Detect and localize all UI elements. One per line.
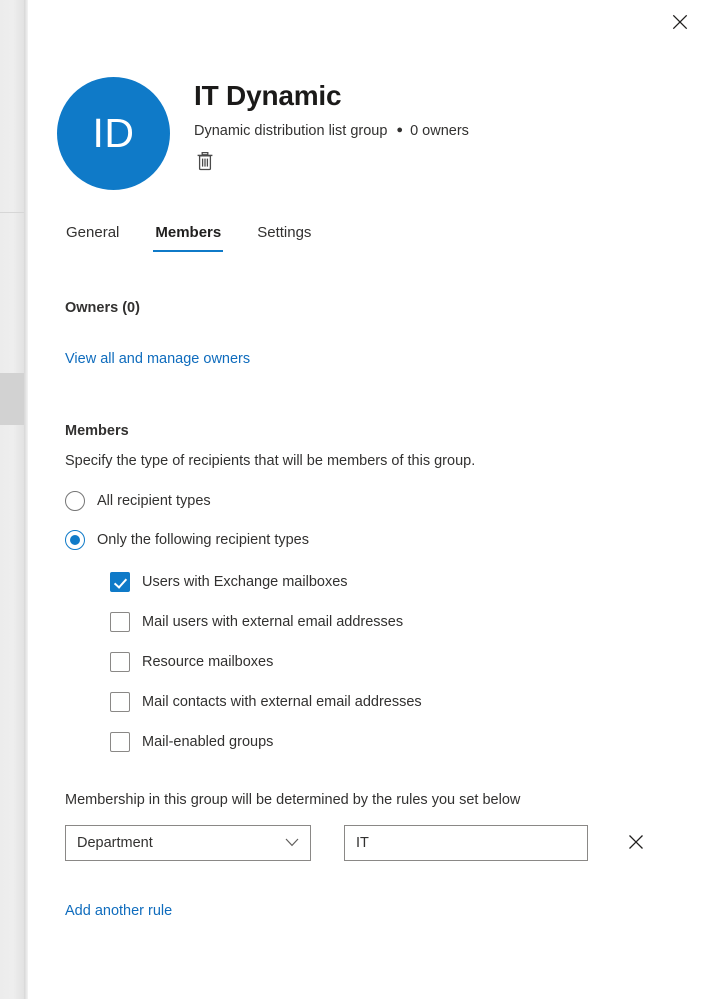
radio-label: Only the following recipient types xyxy=(97,532,309,548)
tab-members[interactable]: Members xyxy=(153,224,224,252)
checkbox-empty-icon xyxy=(110,692,130,712)
checkbox-label: Mail users with external email addresses xyxy=(142,614,404,630)
rule-attribute-value: Department xyxy=(77,835,153,851)
add-another-rule-link[interactable]: Add another rule xyxy=(65,903,172,919)
avatar: ID xyxy=(57,77,170,190)
delete-group-button[interactable] xyxy=(190,148,220,178)
tab-settings[interactable]: Settings xyxy=(255,224,313,252)
recipient-scope-radio-group: All recipient types Only the following r… xyxy=(65,491,688,550)
checkbox-empty-icon xyxy=(110,732,130,752)
recipient-types-checkbox-group: Users with Exchange mailboxes Mail users… xyxy=(110,572,688,752)
radio-only-following-recipient-types[interactable]: Only the following recipient types xyxy=(65,530,688,550)
members-tab-content: Owners (0) View all and manage owners Me… xyxy=(65,300,688,920)
checkbox-empty-icon xyxy=(110,612,130,632)
checkbox-mail-enabled-groups[interactable]: Mail-enabled groups xyxy=(110,732,688,752)
radio-label: All recipient types xyxy=(97,493,211,509)
rule-row: Department xyxy=(65,825,688,861)
trash-icon xyxy=(196,151,214,174)
background-divider xyxy=(0,212,24,213)
remove-rule-button[interactable] xyxy=(623,830,649,856)
checkmark-icon xyxy=(110,572,130,592)
radio-mark-icon xyxy=(65,491,85,511)
members-description: Specify the type of recipients that will… xyxy=(65,453,476,469)
panel-header: ID IT Dynamic Dynamic distribution list … xyxy=(57,77,469,190)
members-heading: Members xyxy=(65,423,129,439)
subtitle-separator-icon: ● xyxy=(396,124,404,137)
group-details-panel: ID IT Dynamic Dynamic distribution list … xyxy=(28,0,708,999)
group-subtitle: Dynamic distribution list group ● 0 owne… xyxy=(194,123,469,139)
checkbox-resource-mailboxes[interactable]: Resource mailboxes xyxy=(110,652,688,672)
background-page xyxy=(0,0,24,999)
owners-heading: Owners (0) xyxy=(65,300,140,316)
checkbox-mail-users-external[interactable]: Mail users with external email addresses xyxy=(110,612,688,632)
chevron-down-icon xyxy=(285,835,299,851)
checkbox-label: Users with Exchange mailboxes xyxy=(142,574,348,590)
page-title: IT Dynamic xyxy=(194,80,342,111)
radio-mark-selected-icon xyxy=(65,530,85,550)
view-manage-owners-link[interactable]: View all and manage owners xyxy=(65,351,250,367)
checkbox-label: Mail-enabled groups xyxy=(142,734,274,750)
close-button[interactable] xyxy=(663,5,697,39)
radio-all-recipient-types[interactable]: All recipient types xyxy=(65,491,688,511)
checkbox-label: Mail contacts with external email addres… xyxy=(142,694,422,710)
tab-general[interactable]: General xyxy=(64,224,121,252)
rule-attribute-dropdown[interactable]: Department xyxy=(65,825,311,861)
checkbox-empty-icon xyxy=(110,652,130,672)
checkbox-label: Resource mailboxes xyxy=(142,654,274,670)
rule-value-input[interactable] xyxy=(356,835,576,851)
header-text-block: IT Dynamic Dynamic distribution list gro… xyxy=(194,77,469,178)
close-icon xyxy=(672,14,688,30)
owners-count-label: 0 owners xyxy=(410,122,469,139)
checkbox-mail-contacts-external[interactable]: Mail contacts with external email addres… xyxy=(110,692,688,712)
background-selected-row xyxy=(0,373,24,425)
close-icon xyxy=(628,834,644,853)
tab-bar: General Members Settings xyxy=(64,224,345,252)
rules-description: Membership in this group will be determi… xyxy=(65,792,521,808)
rule-value-field[interactable] xyxy=(344,825,588,861)
group-type-label: Dynamic distribution list group xyxy=(194,122,388,139)
checkbox-users-with-exchange-mailboxes[interactable]: Users with Exchange mailboxes xyxy=(110,572,688,592)
